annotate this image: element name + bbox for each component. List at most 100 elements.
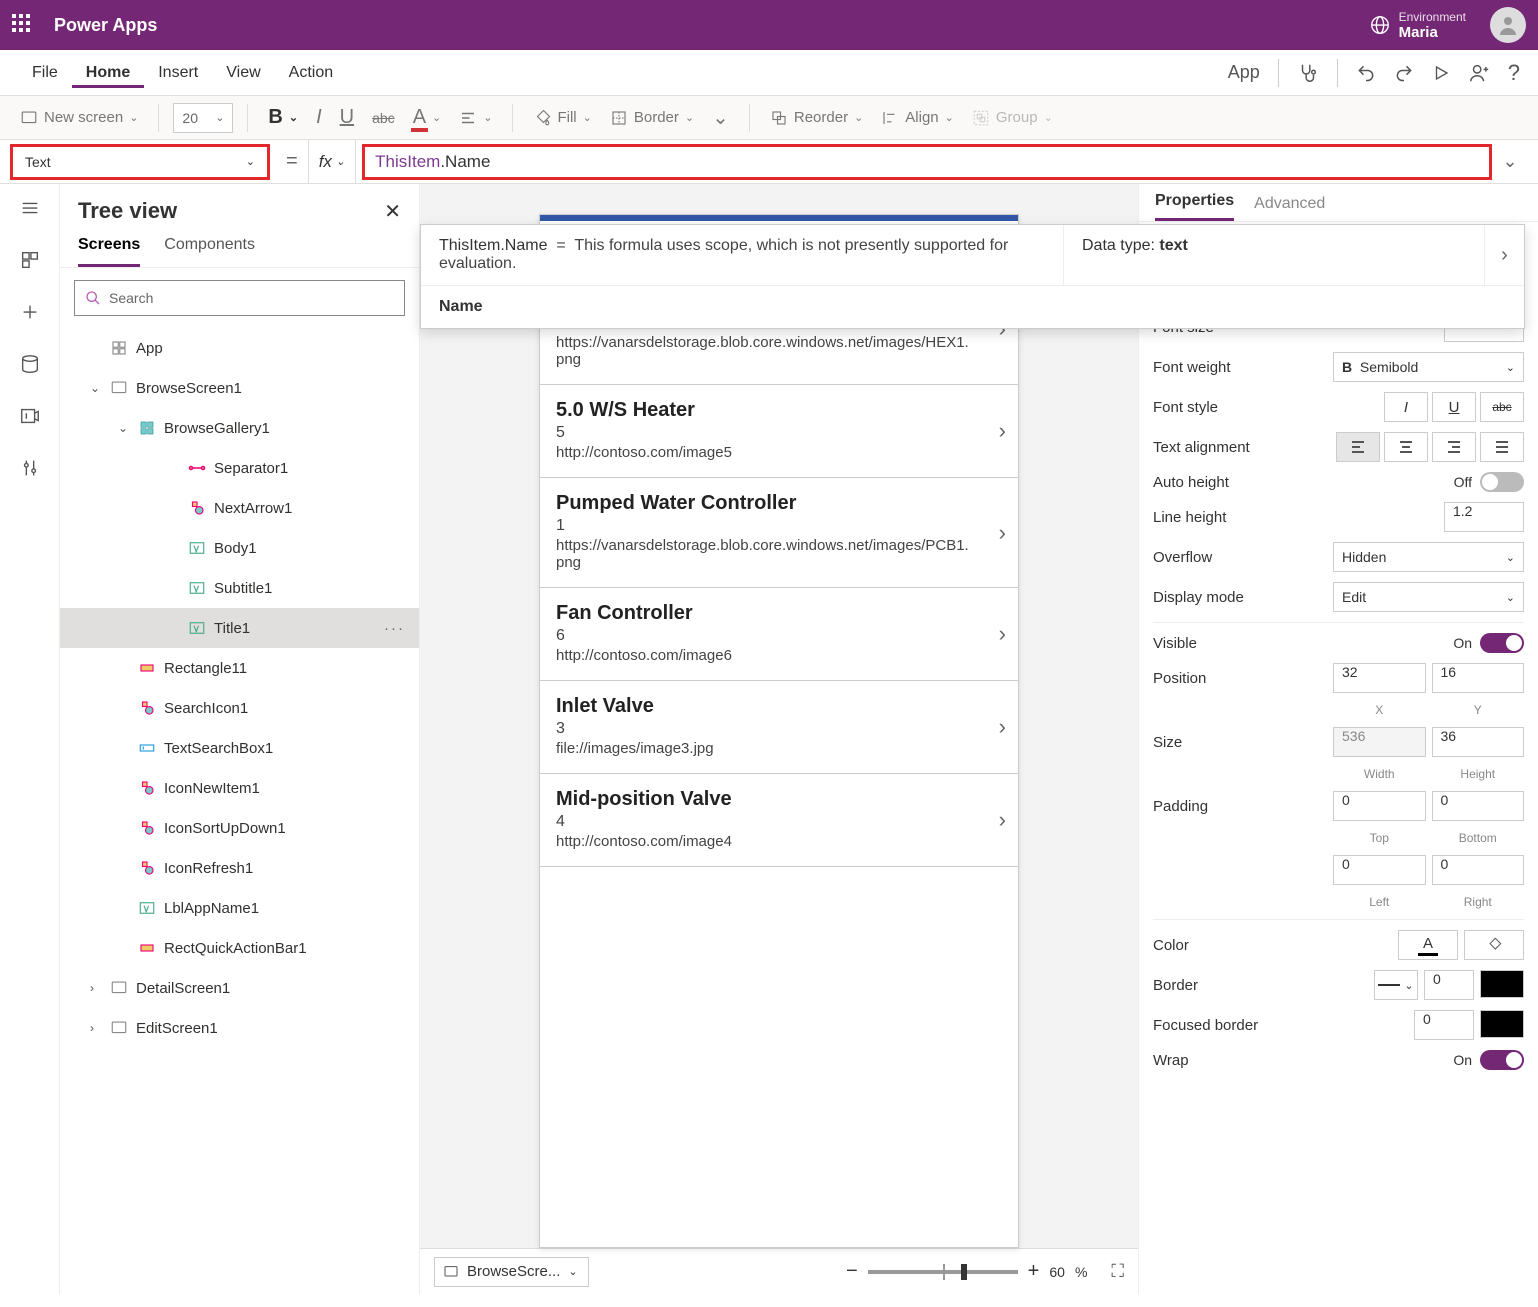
prop-pad-left-input[interactable]: 0	[1333, 855, 1426, 885]
tree-item[interactable]: App	[60, 328, 419, 368]
help-icon[interactable]: ?	[1508, 60, 1520, 86]
tree-item[interactable]: TextSearchBox1	[60, 728, 419, 768]
prop-pad-top-input[interactable]: 0	[1333, 791, 1426, 821]
border-color-swatch[interactable]	[1480, 970, 1524, 998]
tree-item[interactable]: IconNewItem1	[60, 768, 419, 808]
tree-item[interactable]: IconRefresh1	[60, 848, 419, 888]
align-button[interactable]: ⌄	[453, 105, 498, 131]
reorder-button[interactable]: Reorder⌄	[764, 105, 869, 131]
chevron-right-icon[interactable]: ›	[999, 807, 1006, 833]
gallery-item[interactable]: Pumped Water Controller1https://vanarsde…	[540, 478, 1018, 588]
strike-toggle[interactable]: abc	[1480, 392, 1524, 422]
screen-selector[interactable]: BrowseScre...⌄	[434, 1257, 589, 1287]
prop-pad-bottom-input[interactable]: 0	[1432, 791, 1525, 821]
prop-pad-right-input[interactable]: 0	[1432, 855, 1525, 885]
gallery-item[interactable]: Fan Controller6http://contoso.com/image6…	[540, 588, 1018, 681]
fit-to-screen-icon[interactable]: ⛶	[1111, 1261, 1124, 1282]
app-checker-label[interactable]: App	[1228, 62, 1260, 83]
align-justify-button[interactable]	[1480, 432, 1524, 462]
media-icon[interactable]	[18, 404, 42, 428]
tree-item[interactable]: Separator1	[60, 448, 419, 488]
gallery-item[interactable]: Mid-position Valve4http://contoso.com/im…	[540, 774, 1018, 867]
font-color-button[interactable]: A⌄	[407, 102, 448, 133]
tree-item[interactable]: ›EditScreen1	[60, 1008, 419, 1048]
italic-button[interactable]: I	[310, 102, 328, 133]
close-icon[interactable]: ✕	[384, 199, 401, 224]
border-button[interactable]: Border⌄	[604, 105, 700, 131]
tree-item[interactable]: Title1···	[60, 608, 419, 648]
more-icon[interactable]: ···	[384, 620, 405, 637]
menu-file[interactable]: File	[18, 58, 72, 88]
tab-components[interactable]: Components	[164, 236, 255, 267]
menu-action[interactable]: Action	[275, 58, 347, 88]
italic-toggle[interactable]: I	[1384, 392, 1428, 422]
waffle-icon[interactable]	[12, 14, 34, 36]
zoom-out-button[interactable]: −	[846, 1260, 858, 1283]
prop-x-input[interactable]: 32	[1333, 663, 1426, 693]
redo-icon[interactable]	[1394, 63, 1414, 83]
new-screen-button[interactable]: New screen⌄	[14, 105, 144, 131]
prop-overflow-select[interactable]: Hidden⌄	[1333, 542, 1524, 572]
environment-picker[interactable]: Environment Maria	[1369, 10, 1466, 41]
tree-item[interactable]: ⌄BrowseScreen1	[60, 368, 419, 408]
prop-y-input[interactable]: 16	[1432, 663, 1525, 693]
tree-view-icon[interactable]	[18, 248, 42, 272]
font-size-input[interactable]: 20⌄	[173, 103, 233, 133]
align-menu-button[interactable]: Align⌄	[875, 105, 960, 131]
formula-input[interactable]: ThisItem.Name	[362, 144, 1492, 180]
fill-button[interactable]: Fill⌄	[527, 105, 597, 131]
hamburger-icon[interactable]	[18, 196, 42, 220]
tree-search-input[interactable]: Search	[74, 280, 405, 316]
property-selector[interactable]: Text⌄	[10, 144, 270, 180]
tab-advanced[interactable]: Advanced	[1254, 195, 1325, 221]
visible-toggle[interactable]	[1480, 633, 1524, 653]
gallery-item[interactable]: Inlet Valve3file://images/image3.jpg›	[540, 681, 1018, 774]
group-button[interactable]: Group⌄	[966, 105, 1059, 131]
share-icon[interactable]	[1468, 62, 1490, 84]
tree-item[interactable]: Subtitle1	[60, 568, 419, 608]
tree-item[interactable]: ⌄BrowseGallery1	[60, 408, 419, 448]
strike-button[interactable]: abc	[366, 106, 401, 130]
tree-item[interactable]: RectQuickActionBar1	[60, 928, 419, 968]
underline-button[interactable]: U	[334, 102, 360, 133]
chevron-right-icon[interactable]: ›	[999, 621, 1006, 647]
zoom-slider[interactable]	[868, 1270, 1018, 1274]
prop-height-input[interactable]: 36	[1432, 727, 1525, 757]
play-icon[interactable]	[1432, 64, 1450, 82]
align-center-button[interactable]	[1384, 432, 1428, 462]
focused-color-swatch[interactable]	[1480, 1010, 1524, 1038]
align-right-button[interactable]	[1432, 432, 1476, 462]
stethoscope-icon[interactable]	[1297, 62, 1319, 84]
bold-button[interactable]: B ⌄	[262, 102, 304, 133]
prop-lineheight-input[interactable]: 1.2	[1444, 502, 1524, 532]
insert-icon[interactable]	[18, 300, 42, 324]
avatar[interactable]	[1490, 7, 1526, 43]
text-color-button[interactable]: A	[1398, 930, 1458, 960]
focused-width-input[interactable]: 0	[1414, 1010, 1474, 1040]
gallery-item[interactable]: 5.0 W/S Heater5http://contoso.com/image5…	[540, 385, 1018, 478]
chevron-right-icon[interactable]: ›	[999, 520, 1006, 546]
advanced-tools-icon[interactable]	[18, 456, 42, 480]
menu-home[interactable]: Home	[72, 58, 144, 88]
menu-view[interactable]: View	[212, 58, 274, 88]
more-formatting-button[interactable]: ⌄	[706, 101, 735, 134]
tree-item[interactable]: LblAppName1	[60, 888, 419, 928]
tree-item[interactable]: Rectangle11	[60, 648, 419, 688]
tab-properties[interactable]: Properties	[1155, 192, 1234, 221]
tree-item[interactable]: IconSortUpDown1	[60, 808, 419, 848]
tree-item[interactable]: NextArrow1	[60, 488, 419, 528]
tree-item[interactable]: SearchIcon1	[60, 688, 419, 728]
fill-color-button[interactable]	[1464, 930, 1524, 960]
chevron-right-icon[interactable]: ›	[999, 418, 1006, 444]
intelli-next-button[interactable]: ›	[1484, 225, 1524, 285]
prop-width-input[interactable]: 536	[1333, 727, 1426, 757]
zoom-in-button[interactable]: +	[1028, 1260, 1040, 1283]
tab-screens[interactable]: Screens	[78, 236, 140, 267]
data-icon[interactable]	[18, 352, 42, 376]
chevron-right-icon[interactable]: ›	[999, 714, 1006, 740]
tree-item[interactable]: ›DetailScreen1	[60, 968, 419, 1008]
undo-icon[interactable]	[1356, 63, 1376, 83]
align-left-button[interactable]	[1336, 432, 1380, 462]
prop-displaymode-select[interactable]: Edit⌄	[1333, 582, 1524, 612]
prop-weight-select[interactable]: B Semibold⌄	[1333, 352, 1524, 382]
